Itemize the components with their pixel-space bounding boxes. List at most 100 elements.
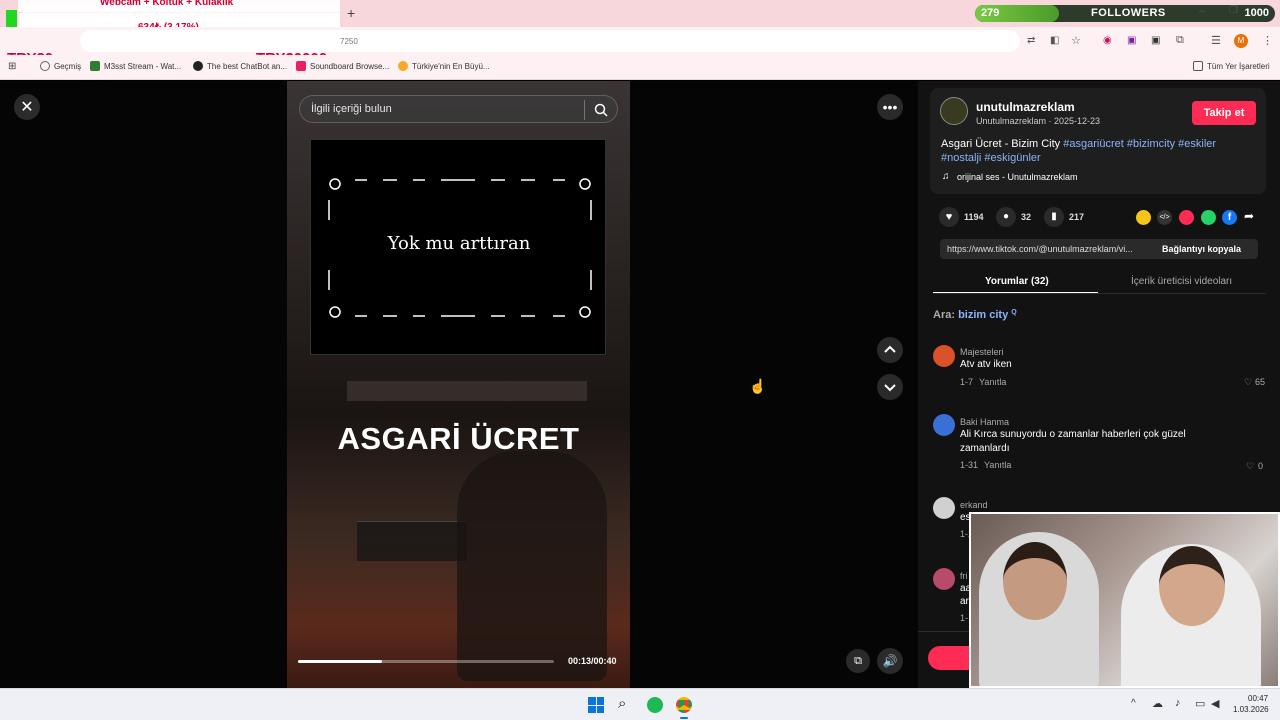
bookmark-label: Türkiye'nin En Büyü... xyxy=(412,61,490,71)
next-video-button[interactable] xyxy=(877,374,903,400)
profile-avatar[interactable]: M xyxy=(1234,34,1248,48)
copy-link-button[interactable]: Bağlantıyı kopyala xyxy=(1162,244,1241,254)
bookmark-chatbot[interactable]: The best ChatBot an... xyxy=(193,61,287,71)
like-button[interactable]: ♥ xyxy=(939,207,959,227)
search-icon[interactable] xyxy=(594,103,608,117)
tab-creator-videos[interactable]: İçerik üreticisi videoları xyxy=(1131,276,1232,287)
pip-icon: ⧉ xyxy=(854,654,862,667)
comment-avatar[interactable] xyxy=(933,497,955,519)
chevron-down-icon xyxy=(884,384,896,392)
whatsapp-icon[interactable] xyxy=(1201,210,1216,225)
spotify-icon[interactable] xyxy=(647,697,663,713)
comment-avatar[interactable] xyxy=(933,345,955,367)
all-bookmarks[interactable]: Tüm Yer İşaretleri xyxy=(1193,61,1270,71)
comment-avatar[interactable] xyxy=(933,568,955,590)
translate-icon[interactable]: ⇄ xyxy=(1027,35,1035,46)
taskbar: ⌕ ^ ☁ ♪ ▭ ◀ 00:47 1.03.2026 xyxy=(0,688,1280,720)
comment-avatar[interactable] xyxy=(933,414,955,436)
menu-icon[interactable]: ⋮ xyxy=(1262,34,1273,47)
search-icon[interactable]: ⌕ xyxy=(618,695,626,712)
more-options-button[interactable]: ••• xyxy=(877,94,903,120)
apps-icon[interactable]: ⊞ xyxy=(8,61,16,72)
video-description: Asgari Ücret - Bizim City #asgariücret #… xyxy=(941,137,1251,165)
followers-goal: 1000 xyxy=(1244,7,1269,19)
video-caption: ASGARİ ÜCRET xyxy=(337,421,580,456)
dvd-player-shape xyxy=(357,521,467,561)
followers-label: FOLLOWERS xyxy=(1091,7,1166,19)
chrome-icon[interactable] xyxy=(676,697,692,713)
facebook-icon[interactable]: f xyxy=(1222,210,1237,225)
author-avatar[interactable] xyxy=(940,97,968,125)
previous-video-button[interactable] xyxy=(877,337,903,363)
reply-button[interactable]: Yanıtla xyxy=(979,377,1006,387)
restore-icon[interactable]: ❐ xyxy=(1229,5,1238,16)
tab-comments[interactable]: Yorumlar (32) xyxy=(985,276,1049,287)
sound-label[interactable]: orijinal ses - Unutulmazreklam xyxy=(957,172,1078,182)
video-progress-track[interactable] xyxy=(298,660,554,663)
comment-like-icon[interactable]: ♡ xyxy=(1244,377,1252,388)
folder-icon xyxy=(1193,61,1203,71)
webcam-person-right-head xyxy=(1159,546,1225,626)
floating-player-button[interactable]: ⧉ xyxy=(846,649,870,673)
start-button[interactable] xyxy=(588,697,604,713)
video-player[interactable]: İlgili içeriği bulun Yok mu arttıran ASG… xyxy=(287,81,630,688)
comment-count: 32 xyxy=(1021,212,1032,222)
comment-author[interactable]: fri xyxy=(960,571,968,581)
comment-like-icon[interactable]: ♡ xyxy=(1246,461,1254,472)
speaker-icon[interactable]: ◀ xyxy=(1211,697,1219,710)
comment-like-count: 65 xyxy=(1255,377,1266,387)
chatbot-icon xyxy=(193,61,203,71)
share-arrow-icon[interactable]: ➦ xyxy=(1244,209,1254,223)
follow-button[interactable]: Takip et xyxy=(1192,101,1256,125)
microphone-icon[interactable]: ♪ xyxy=(1175,697,1181,709)
video-progress-fill xyxy=(298,660,383,663)
queue-icon[interactable]: ☰ xyxy=(1211,34,1221,47)
extension-icon[interactable]: ◧ xyxy=(1050,35,1059,46)
extension-purple-icon[interactable]: ▣ xyxy=(1127,35,1136,46)
volume-button[interactable]: 🔊 xyxy=(877,648,903,674)
close-button[interactable]: ✕ xyxy=(14,94,40,120)
donation-label: Webcam + Koltuk + Kulaklık xyxy=(100,0,234,8)
bookmark-label: M3sst Stream - Wat... xyxy=(104,61,182,71)
comment-author[interactable]: Majesteleri xyxy=(960,347,1004,357)
ellipsis-icon: ••• xyxy=(882,99,898,115)
share-repost-icon[interactable] xyxy=(1136,210,1151,225)
soundboard-icon xyxy=(296,61,306,71)
puzzle-icon[interactable]: ⧉ xyxy=(1176,34,1184,47)
embed-icon[interactable]: </> xyxy=(1157,210,1172,225)
video-search-bar[interactable]: İlgili içeriği bulun xyxy=(299,95,618,123)
tray-chevron-icon[interactable]: ^ xyxy=(1131,698,1136,709)
reply-button[interactable]: Yanıtla xyxy=(984,460,1011,470)
comment-button[interactable]: ● xyxy=(996,207,1016,227)
bookmark-m3sst[interactable]: M3sst Stream - Wat... xyxy=(90,61,181,71)
bookmark-star-icon[interactable]: ☆ xyxy=(1071,34,1081,47)
tv-stand xyxy=(347,381,587,401)
search-divider xyxy=(584,100,585,120)
webcam-person-left-head xyxy=(1003,542,1067,620)
comment-author[interactable]: Baki Hanma xyxy=(960,417,1009,427)
clock-date[interactable]: 1.03.2026 xyxy=(1233,705,1269,714)
bookmark-site[interactable]: Türkiye'nin En Büyü... xyxy=(398,61,490,71)
network-icon[interactable]: ▭ xyxy=(1195,697,1205,710)
minimize-icon[interactable]: – xyxy=(1199,5,1205,17)
music-note-icon: ♫ xyxy=(942,171,950,182)
extension-dark-icon[interactable]: ▣ xyxy=(1151,35,1160,46)
clock-time[interactable]: 00:47 xyxy=(1248,694,1268,703)
all-bookmarks-label: Tüm Yer İşaretleri xyxy=(1207,61,1270,71)
url-field[interactable] xyxy=(80,30,1020,52)
search-suggestion[interactable]: Ara: bizim city Q xyxy=(933,309,1017,321)
bookmark-history[interactable]: Geçmiş xyxy=(40,61,81,71)
extension-red-icon[interactable]: ◉ xyxy=(1103,35,1112,46)
tray-app-icon[interactable]: ☁ xyxy=(1152,697,1163,710)
save-button[interactable]: ▮ xyxy=(1044,207,1064,227)
comment-like-count: 0 xyxy=(1258,461,1264,471)
webcam-overlay xyxy=(969,512,1280,688)
video-search-placeholder: İlgili içeriği bulun xyxy=(311,103,392,115)
comment-author[interactable]: erkand xyxy=(960,500,988,510)
search-prefix: Ara: xyxy=(933,309,956,321)
send-to-friends-icon[interactable] xyxy=(1179,210,1194,225)
bookmark-soundboard[interactable]: Soundboard Browse... xyxy=(296,61,389,71)
author-username[interactable]: unutulmazreklam xyxy=(976,100,1075,114)
new-tab-icon[interactable]: + xyxy=(347,5,355,21)
comment-date: 1-31 xyxy=(960,460,979,470)
